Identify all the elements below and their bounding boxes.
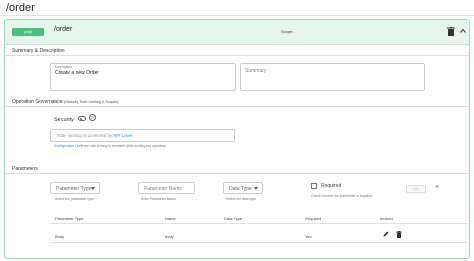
method-badge: post (12, 28, 44, 36)
table-divider (50, 242, 468, 243)
add-parameter-button[interactable]: Add (406, 185, 426, 193)
governance-subtitle: (Security, Rate Limiting & Scopes) (63, 100, 119, 104)
data-type-value: Data Type (229, 186, 252, 192)
top-divider (0, 15, 474, 16)
column-header-data-type: Data Type (224, 216, 243, 221)
toggle-knob (80, 118, 82, 120)
description-value: Create a new Order (55, 70, 99, 76)
parameter-name-input[interactable]: Parameter Name (138, 182, 195, 194)
summary-textarea[interactable]: Summary (240, 63, 425, 91)
data-type-select[interactable]: Data Type (223, 182, 263, 194)
section-divider (5, 55, 469, 56)
required-checkbox[interactable] (311, 183, 317, 189)
close-icon[interactable]: × (435, 184, 439, 191)
dropdown-caret-icon (91, 187, 95, 190)
rate-hint-rest: are rate limiting is available while lim… (83, 144, 167, 148)
api-level-link[interactable]: API Level (113, 133, 132, 138)
governance-section-title: Operation Governance (Security, Rate Lim… (12, 99, 118, 105)
rate-limit-prefix: Rate limiting is governed by (57, 133, 114, 138)
trash-icon[interactable] (396, 231, 402, 238)
endpoint-path: /order (54, 26, 73, 33)
table-divider (50, 223, 468, 224)
scope-label: Scope: (281, 29, 294, 34)
section-divider (5, 106, 469, 107)
column-header-required: Required (305, 216, 322, 221)
cell-parameter-type: Body (55, 234, 65, 239)
required-label: Required (321, 183, 342, 189)
page-title: /order (6, 2, 35, 14)
parameter-name-hint: Enter Parameter Name (141, 197, 176, 201)
configuration-level-link[interactable]: Configuration Level (54, 144, 83, 148)
parameters-section-title: Parameters (12, 166, 38, 172)
column-header-actions: Actions (380, 216, 394, 221)
parameter-type-value: Parameter Type (56, 186, 92, 192)
chevron-up-icon[interactable] (460, 28, 466, 34)
security-toggle[interactable] (78, 116, 86, 121)
rate-limit-field[interactable]: Rate limiting is governed by API Level (50, 129, 235, 142)
summary-placeholder: Summary (245, 68, 267, 74)
required-hint: Check whether the parameter is required (311, 194, 373, 198)
governance-title: Operation Governance (12, 99, 63, 105)
security-label: Security (54, 117, 74, 123)
cell-required: Yes (305, 234, 312, 239)
rate-limit-hint: Configuration Level are rate limiting is… (54, 144, 166, 148)
description-caption: Description (55, 65, 72, 69)
parameter-type-hint: Select the parameter type (55, 197, 94, 201)
column-header-parameter-type: Parameter Type (55, 216, 84, 221)
dropdown-caret-icon (254, 187, 258, 190)
data-type-hint: Select the data type (226, 197, 256, 201)
section-divider (5, 173, 469, 174)
parameter-type-select[interactable]: Parameter Type (50, 182, 100, 194)
rate-limit-text: Rate limiting is governed by API Level (57, 133, 133, 138)
column-header-name: Name (165, 216, 176, 221)
parameter-name-placeholder: Parameter Name (144, 186, 183, 192)
cell-name: body (165, 234, 174, 239)
operation-header[interactable]: post /order Scope: (5, 20, 469, 45)
trash-icon[interactable] (447, 27, 455, 36)
help-icon[interactable]: ? (89, 114, 96, 121)
edit-icon[interactable] (383, 231, 389, 237)
description-textarea[interactable]: Description Create a new Order (50, 63, 236, 91)
summary-section-title: Summary & Description (12, 48, 65, 54)
operation-panel: post /order Scope: Summary & Description… (4, 19, 470, 259)
